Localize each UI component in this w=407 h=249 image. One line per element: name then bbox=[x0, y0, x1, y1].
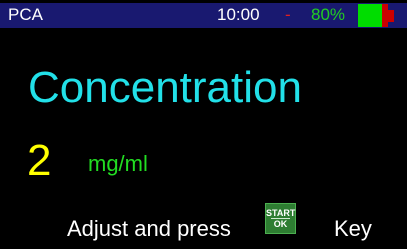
start-ok-key-icon: START OK bbox=[265, 203, 296, 234]
setting-value[interactable]: 2 bbox=[27, 135, 51, 187]
pump-screen: PCA 10:00 - 80% Concentration 2 mg/ml Ad… bbox=[0, 0, 407, 249]
mode-label: PCA bbox=[8, 5, 43, 24]
battery-body bbox=[358, 4, 388, 27]
prompt-text: Adjust and press bbox=[67, 216, 231, 241]
setting-unit: mg/ml bbox=[88, 151, 148, 176]
status-strip bbox=[0, 3, 407, 28]
battery-tip bbox=[388, 10, 394, 22]
status-bar: PCA 10:00 - 80% bbox=[0, 0, 407, 28]
status-separator: - bbox=[285, 5, 291, 24]
clock: 10:00 bbox=[217, 5, 260, 24]
setting-title: Concentration bbox=[28, 63, 302, 112]
key-label-ok: OK bbox=[273, 219, 288, 229]
battery-icon bbox=[358, 4, 398, 28]
prompt-key-word: Key bbox=[334, 216, 372, 241]
battery-percent: 80% bbox=[311, 5, 346, 24]
battery-fill bbox=[358, 4, 382, 27]
key-label-start: START bbox=[266, 208, 296, 218]
